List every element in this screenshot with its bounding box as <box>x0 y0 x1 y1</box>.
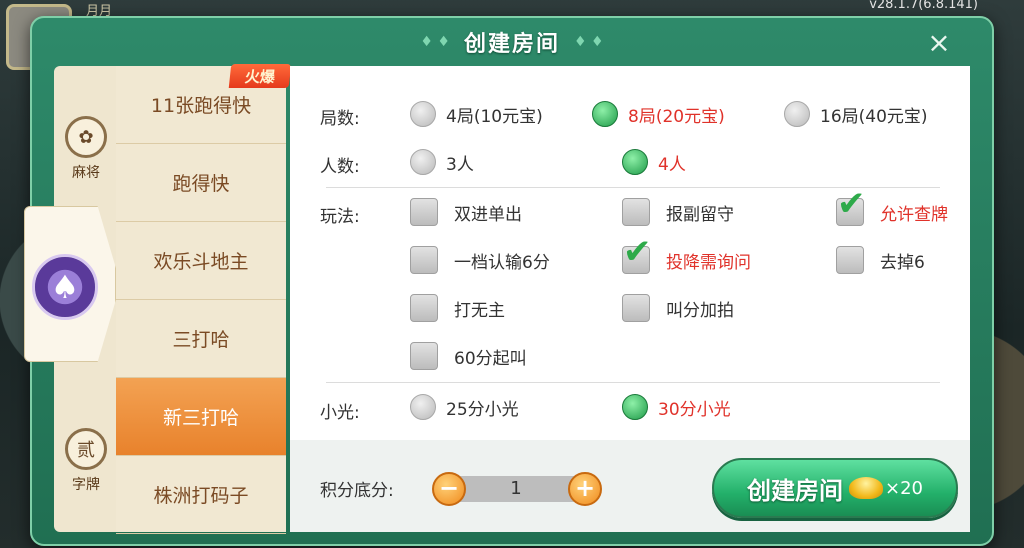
game-item-label: 三打哈 <box>172 329 230 351</box>
option-label: 4局(10元宝) <box>446 106 543 127</box>
divider <box>326 382 940 383</box>
game-item-doudizhu[interactable]: 欢乐斗地主 <box>116 222 286 300</box>
rounds-option-4[interactable]: 4局(10元宝) <box>410 101 543 127</box>
option-label: 16局(40元宝) <box>820 106 928 127</box>
dialog-title-bar: ♦ ♦ 创建房间 ♦ ♦ <box>32 18 992 66</box>
gold-ingot-icon <box>849 477 883 499</box>
checkbox-icon <box>622 198 650 226</box>
rules-label: 玩法: <box>320 207 360 227</box>
version-label: v28.1.7(6.8.141) <box>869 0 978 12</box>
xiaoguang-label: 小光: <box>320 403 360 423</box>
option-label: 报副留守 <box>666 204 734 225</box>
option-label: 叫分加拍 <box>666 300 734 321</box>
rule-shuangjin-danchu[interactable]: 双进单出 <box>410 198 522 226</box>
game-item-sandaha[interactable]: 三打哈 <box>116 300 286 378</box>
radio-icon <box>784 101 810 127</box>
game-item-label: 跑得快 <box>172 173 230 195</box>
option-label: 4人 <box>658 154 686 175</box>
rounds-option-16[interactable]: 16局(40元宝) <box>784 101 928 127</box>
game-item-zhuzhou-damazi[interactable]: 株洲打码子 <box>116 456 286 534</box>
checkbox-icon <box>410 294 438 322</box>
xiaoguang-option-25[interactable]: 25分小光 <box>410 394 519 420</box>
option-label: 25分小光 <box>446 399 519 420</box>
checkbox-icon <box>836 246 864 274</box>
plus-button[interactable]: + <box>568 472 602 506</box>
checkbox-checked-icon <box>622 235 652 274</box>
title-decoration-icon: ♦ ♦ <box>420 34 450 50</box>
option-label: 30分小光 <box>658 399 731 420</box>
xiaoguang-option-30[interactable]: 30分小光 <box>622 394 731 420</box>
game-item-label: 11张跑得快 <box>150 95 252 117</box>
checkbox-icon <box>410 198 438 226</box>
option-label: 双进单出 <box>454 204 522 225</box>
spade-icon: ♠ <box>32 254 98 320</box>
checkbox-icon <box>410 342 438 370</box>
score-value: 1 <box>510 478 522 499</box>
game-list: 11张跑得快 跑得快 欢乐斗地主 三打哈 新三打哈 株洲打码子 <box>116 66 286 534</box>
players-option-3[interactable]: 3人 <box>410 149 474 175</box>
option-label: 8局(20元宝) <box>628 106 725 127</box>
rule-touxiang-xunwen[interactable]: 投降需询问 <box>622 235 751 274</box>
checkbox-checked-icon <box>836 187 866 226</box>
option-label: 3人 <box>446 154 474 175</box>
title-decoration-icon: ♦ ♦ <box>574 34 604 50</box>
option-label: 允许查牌 <box>880 204 948 225</box>
rule-yidang-renshu[interactable]: 一档认输6分 <box>410 246 550 274</box>
mahjong-icon: ✿ <box>65 116 107 158</box>
create-room-cost: ×20 <box>885 477 923 499</box>
players-option-4[interactable]: 4人 <box>622 149 686 175</box>
rounds-label: 局数: <box>320 109 360 129</box>
game-item-label: 株洲打码子 <box>153 485 249 507</box>
option-label: 去掉6 <box>880 252 925 273</box>
zipai-icon: 贰 <box>65 428 107 470</box>
rule-yunxu-chapai[interactable]: 允许查牌 <box>836 187 948 226</box>
create-room-label: 创建房间 <box>747 476 843 505</box>
game-item-paodekuai[interactable]: 跑得快 <box>116 144 286 222</box>
category-mahjong[interactable]: ✿ 麻将 <box>54 116 118 182</box>
category-label: 麻将 <box>72 165 100 181</box>
players-label: 人数: <box>320 157 360 177</box>
game-item-label: 欢乐斗地主 <box>153 251 249 273</box>
hot-badge: 火爆 <box>228 64 292 88</box>
score-label: 积分底分: <box>320 481 394 501</box>
dialog-title: 创建房间 <box>463 32 560 57</box>
rule-da-wuzhu[interactable]: 打无主 <box>410 294 505 322</box>
radio-selected-icon <box>592 101 618 127</box>
radio-icon <box>410 394 436 420</box>
rule-jiaofen-jiapai[interactable]: 叫分加拍 <box>622 294 734 322</box>
option-label: 投降需询问 <box>666 252 751 273</box>
checkbox-icon <box>410 246 438 274</box>
game-item-label: 新三打哈 <box>162 407 239 429</box>
radio-icon <box>410 101 436 127</box>
close-icon[interactable]: × <box>924 28 954 58</box>
rule-qudiao-6[interactable]: 去掉6 <box>836 246 925 274</box>
radio-icon <box>410 149 436 175</box>
category-label: 字牌 <box>72 477 100 493</box>
checkbox-icon <box>622 294 650 322</box>
radio-selected-icon <box>622 149 648 175</box>
category-zipai[interactable]: 贰 字牌 <box>54 428 118 494</box>
create-room-button[interactable]: 创建房间 ×20 <box>712 458 958 518</box>
radio-selected-icon <box>622 394 648 420</box>
rounds-option-8[interactable]: 8局(20元宝) <box>592 101 725 127</box>
option-label: 打无主 <box>454 300 505 321</box>
game-item-xin-sandaha[interactable]: 新三打哈 <box>116 378 286 456</box>
minus-button[interactable]: − <box>432 472 466 506</box>
rule-60fen-qijiao[interactable]: 60分起叫 <box>410 342 527 370</box>
option-label: 一档认输6分 <box>454 252 550 273</box>
option-label: 60分起叫 <box>454 348 527 369</box>
rule-baofu-liushou[interactable]: 报副留守 <box>622 198 734 226</box>
